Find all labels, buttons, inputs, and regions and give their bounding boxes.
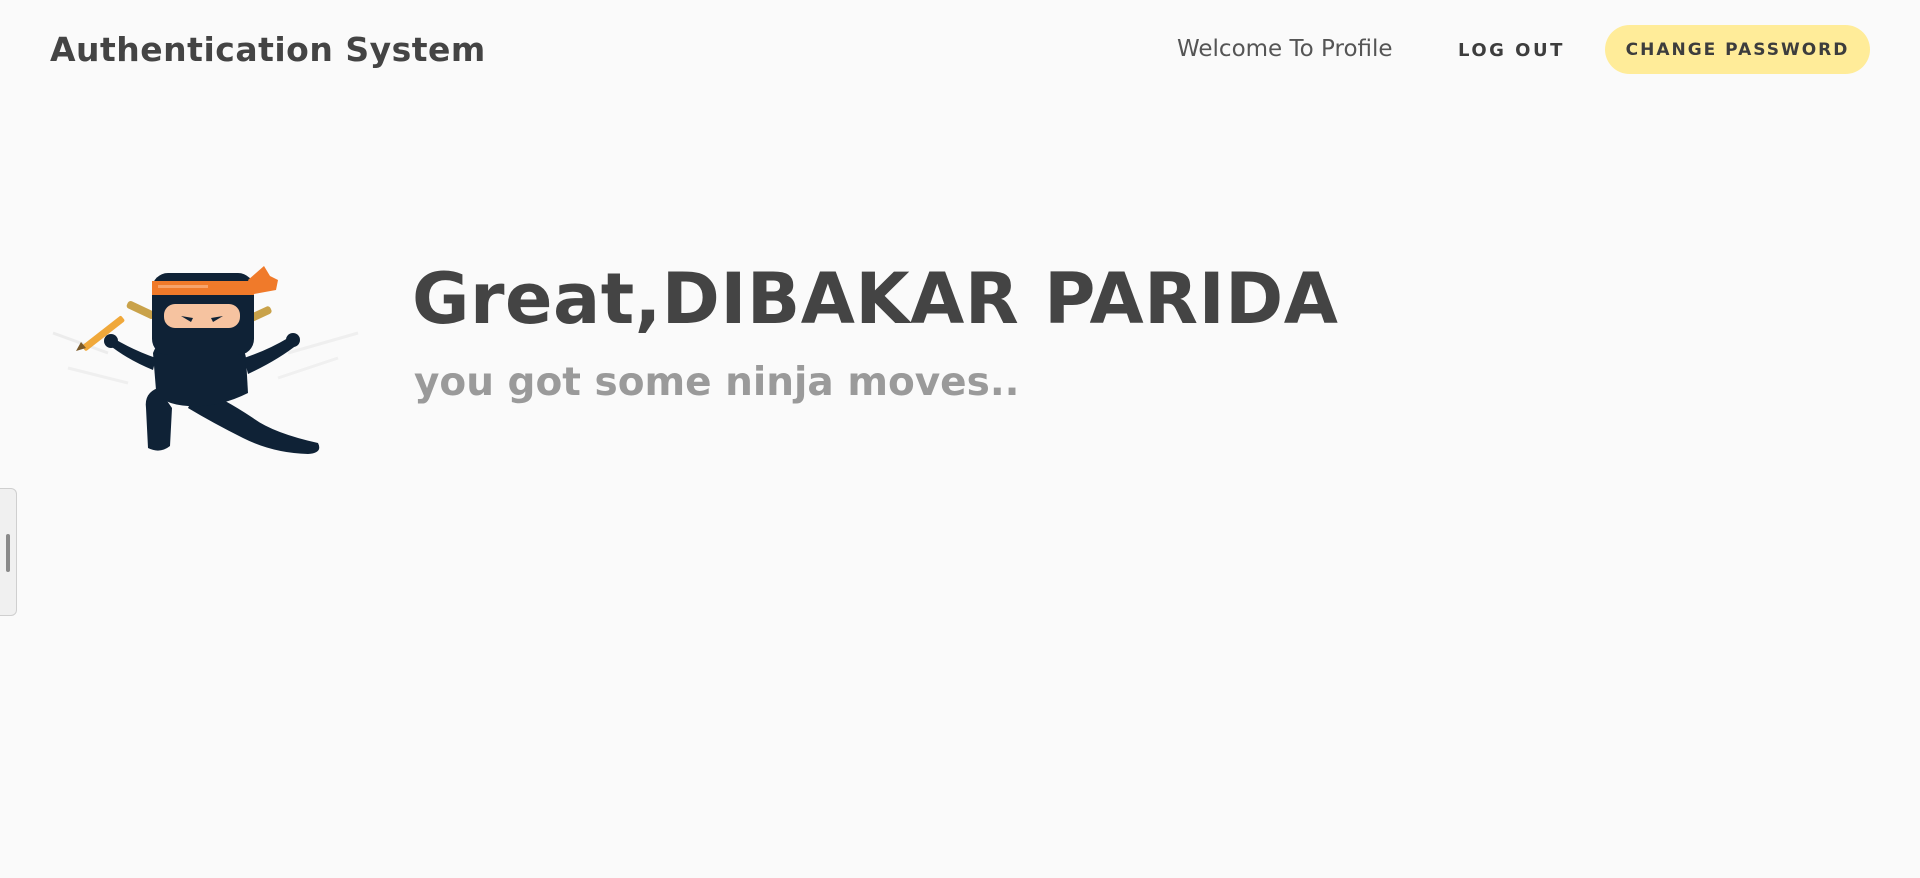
drag-handle-icon: [6, 534, 10, 572]
logout-link[interactable]: LOG OUT: [1458, 40, 1565, 61]
brand-title[interactable]: Authentication System: [50, 30, 486, 69]
hero-subtitle: you got some ninja moves..: [414, 360, 1020, 405]
change-password-button[interactable]: CHANGE PASSWORD: [1605, 25, 1870, 74]
side-drag-handle[interactable]: [0, 488, 17, 616]
navbar: Authentication System Welcome To Profile…: [0, 0, 1920, 104]
ninja-illustration: [48, 258, 368, 458]
hero-greeting-title: Great,DIBAKAR PARIDA: [412, 258, 1339, 340]
welcome-profile-link[interactable]: Welcome To Profile: [1177, 36, 1393, 62]
